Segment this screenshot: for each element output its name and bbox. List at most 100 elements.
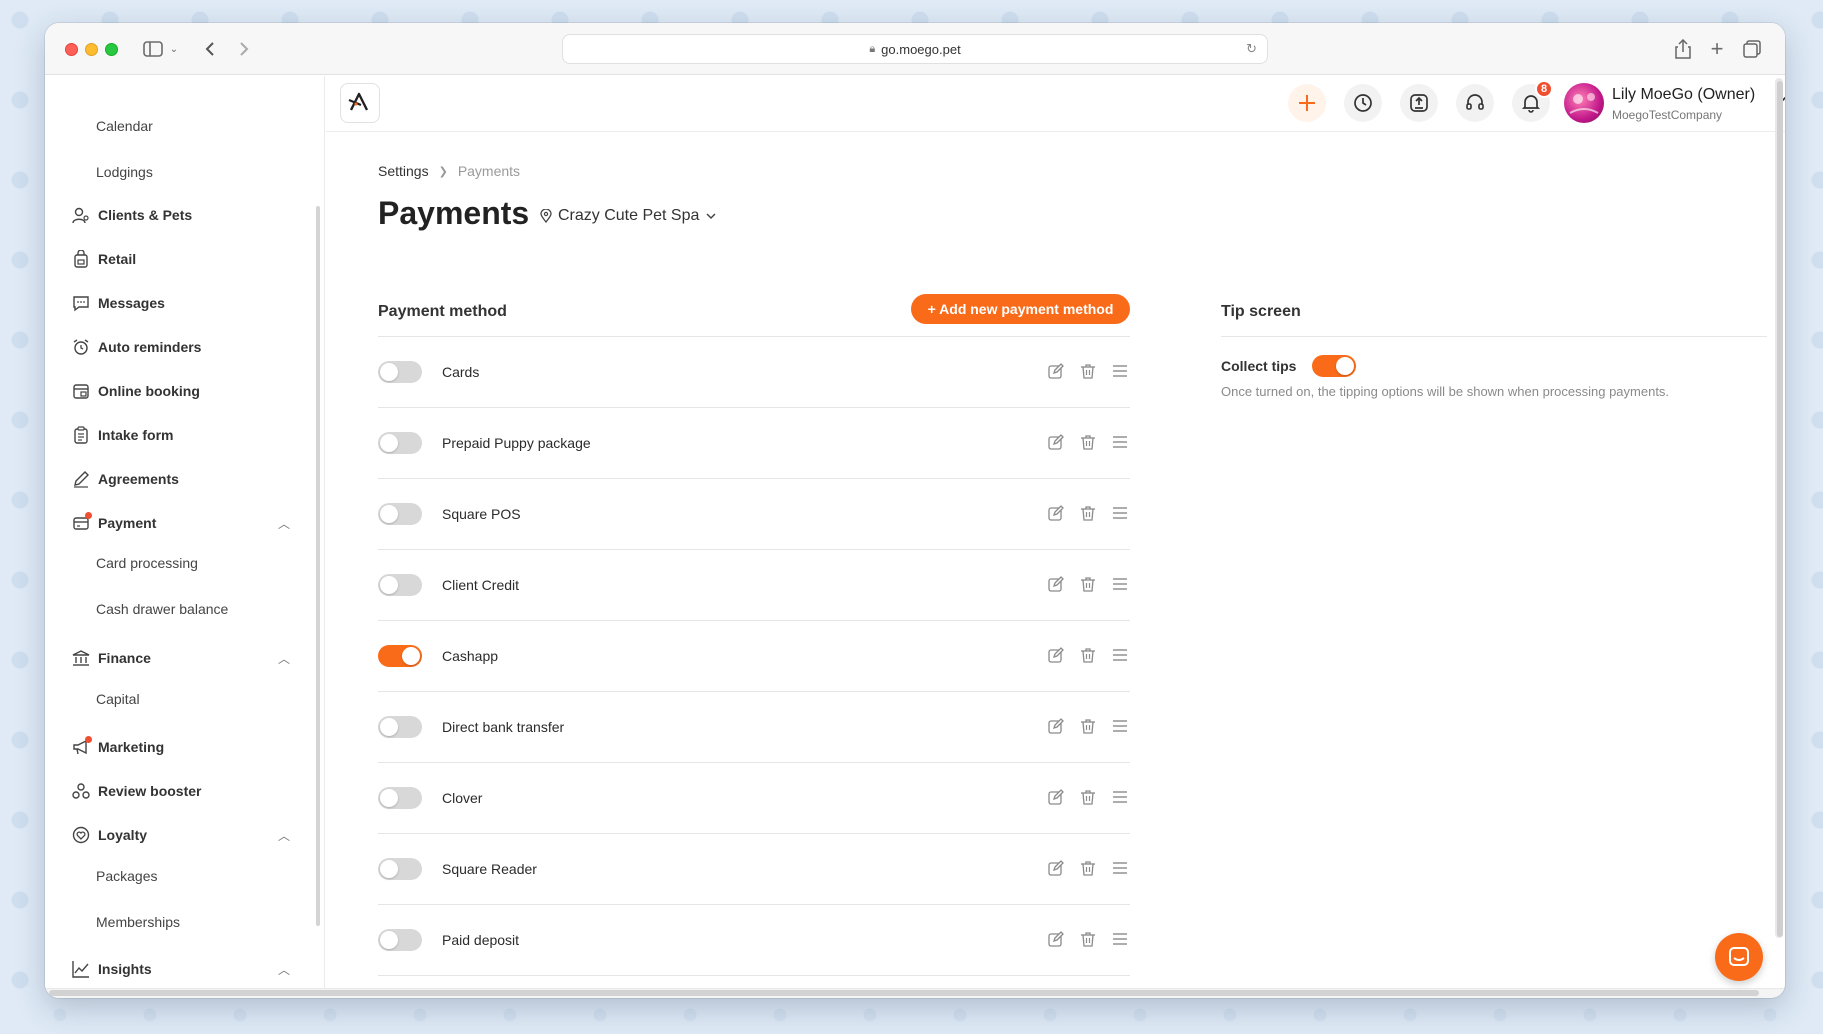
- sidebar-item-finance[interactable]: Finance ︿: [70, 643, 300, 673]
- trash-icon[interactable]: [1078, 858, 1098, 878]
- trash-icon[interactable]: [1078, 929, 1098, 949]
- trash-icon[interactable]: [1078, 716, 1098, 736]
- sidebar-item-loyalty[interactable]: Loyalty ︿: [70, 820, 300, 850]
- sidebar-item-online-booking[interactable]: Online booking: [70, 376, 300, 406]
- edit-icon[interactable]: [1046, 574, 1066, 594]
- drag-handle-icon[interactable]: [1110, 929, 1130, 949]
- edit-icon[interactable]: [1046, 361, 1066, 381]
- sidebar-item-retail[interactable]: Retail: [70, 244, 300, 274]
- chevron-up-icon[interactable]: ︿: [278, 515, 290, 532]
- trash-icon[interactable]: [1078, 432, 1098, 452]
- avatar[interactable]: [1564, 83, 1604, 123]
- sidebar-item-review-booster[interactable]: Review booster: [70, 776, 300, 806]
- new-tab-icon[interactable]: +: [1707, 36, 1727, 61]
- edit-icon[interactable]: [1046, 716, 1066, 736]
- support-button[interactable]: [1456, 84, 1494, 122]
- breadcrumb-settings[interactable]: Settings: [378, 163, 429, 179]
- payment-method-toggle[interactable]: [378, 574, 422, 596]
- sidebar-item-messages[interactable]: Messages: [70, 288, 300, 318]
- back-arrow-icon[interactable]: [201, 37, 219, 61]
- breadcrumb: Settings ❯ Payments: [378, 163, 520, 179]
- drag-handle-icon[interactable]: [1110, 432, 1130, 452]
- edit-icon[interactable]: [1046, 929, 1066, 949]
- drag-handle-icon[interactable]: [1110, 503, 1130, 523]
- payment-method-name: Square POS: [442, 506, 521, 522]
- sidebar-item-lodgings[interactable]: Lodgings: [96, 164, 153, 180]
- drag-handle-icon[interactable]: [1110, 361, 1130, 381]
- sidebar-item-agreements[interactable]: Agreements: [70, 464, 300, 494]
- share-icon[interactable]: [1673, 37, 1693, 61]
- reload-icon[interactable]: ↻: [1246, 41, 1257, 57]
- edit-icon[interactable]: [1046, 787, 1066, 807]
- retail-icon: [70, 248, 92, 270]
- trash-icon[interactable]: [1078, 361, 1098, 381]
- chevron-up-icon[interactable]: ︿: [278, 827, 290, 844]
- maximize-window-button[interactable]: [105, 43, 118, 56]
- sidebar-item-capital[interactable]: Capital: [96, 691, 140, 707]
- sidebar-item-cash-drawer-balance[interactable]: Cash drawer balance: [96, 601, 228, 617]
- sidebar-item-packages[interactable]: Packages: [96, 868, 157, 884]
- edit-icon[interactable]: [1046, 432, 1066, 452]
- sidebar-item-memberships[interactable]: Memberships: [96, 914, 180, 930]
- payment-method-name: Client Credit: [442, 577, 520, 593]
- edit-icon[interactable]: [1046, 645, 1066, 665]
- sidebar-item-label: Auto reminders: [98, 339, 202, 355]
- payment-method-toggle[interactable]: [378, 645, 422, 667]
- trash-icon[interactable]: [1078, 787, 1098, 807]
- payment-method-toggle[interactable]: [378, 858, 422, 880]
- sidebar-item-auto-reminders[interactable]: Auto reminders: [70, 332, 300, 362]
- tab-overview-icon[interactable]: [1742, 37, 1762, 61]
- payment-method-toggle[interactable]: [378, 716, 422, 738]
- quick-add-button[interactable]: [1288, 84, 1326, 122]
- sidebar-scrollbar[interactable]: [316, 206, 320, 926]
- drag-handle-icon[interactable]: [1110, 787, 1130, 807]
- trash-icon[interactable]: [1078, 645, 1098, 665]
- payment-method-row: Square POS: [378, 478, 1130, 549]
- chat-support-button[interactable]: [1715, 933, 1763, 981]
- clock-button[interactable]: [1344, 84, 1382, 122]
- sidebar-item-marketing[interactable]: Marketing: [70, 732, 300, 762]
- payment-method-row: Direct bank transfer: [378, 691, 1130, 762]
- sidebar-item-intake-form[interactable]: Intake form: [70, 420, 300, 450]
- chevron-up-icon[interactable]: ︿: [278, 961, 290, 978]
- sidebar-item-payment[interactable]: Payment ︿: [70, 508, 300, 538]
- sidebar-item-card-processing[interactable]: Card processing: [96, 555, 198, 571]
- add-payment-method-button[interactable]: + Add new payment method: [911, 294, 1130, 324]
- user-name[interactable]: Lily MoeGo (Owner): [1612, 86, 1755, 104]
- edit-icon[interactable]: [1046, 503, 1066, 523]
- forward-arrow-icon[interactable]: [235, 37, 253, 61]
- sidebar-item-calendar[interactable]: Calendar: [96, 118, 153, 134]
- edit-icon[interactable]: [1046, 858, 1066, 878]
- pen-icon: [70, 468, 92, 490]
- sidebar-toggle-icon[interactable]: [142, 37, 164, 61]
- moego-logo[interactable]: [340, 83, 380, 123]
- sidebar-item-clients-pets[interactable]: Clients & Pets: [70, 200, 300, 230]
- payment-method-toggle[interactable]: [378, 432, 422, 454]
- payment-method-name: Clover: [442, 790, 483, 806]
- minimize-window-button[interactable]: [85, 43, 98, 56]
- main-scrollbar[interactable]: [1777, 81, 1783, 937]
- address-bar[interactable]: 🔒︎ go.moego.pet ↻: [562, 34, 1268, 64]
- sidebar: Calendar Lodgings Clients & Pets Retail …: [45, 76, 325, 998]
- payment-method-toggle[interactable]: [378, 787, 422, 809]
- sidebar-item-label: Agreements: [98, 471, 179, 487]
- sidebar-item-insights[interactable]: Insights ︿: [70, 954, 300, 984]
- trash-icon[interactable]: [1078, 574, 1098, 594]
- collect-tips-toggle[interactable]: [1312, 355, 1357, 377]
- drag-handle-icon[interactable]: [1110, 645, 1130, 665]
- payment-method-toggle[interactable]: [378, 503, 422, 525]
- close-window-button[interactable]: [65, 43, 78, 56]
- drag-handle-icon[interactable]: [1110, 574, 1130, 594]
- payment-method-toggle[interactable]: [378, 929, 422, 951]
- chevron-down-icon[interactable]: ⌄: [167, 37, 181, 61]
- notifications-button[interactable]: 8: [1512, 80, 1553, 122]
- payment-method-toggle[interactable]: [378, 361, 422, 383]
- drag-handle-icon[interactable]: [1110, 858, 1130, 878]
- horizontal-scrollbar[interactable]: [49, 990, 1759, 996]
- upload-button[interactable]: [1400, 84, 1438, 122]
- headset-icon: [1466, 94, 1484, 110]
- location-selector[interactable]: Crazy Cute Pet Spa: [540, 207, 717, 225]
- trash-icon[interactable]: [1078, 503, 1098, 523]
- drag-handle-icon[interactable]: [1110, 716, 1130, 736]
- chevron-up-icon[interactable]: ︿: [278, 650, 290, 667]
